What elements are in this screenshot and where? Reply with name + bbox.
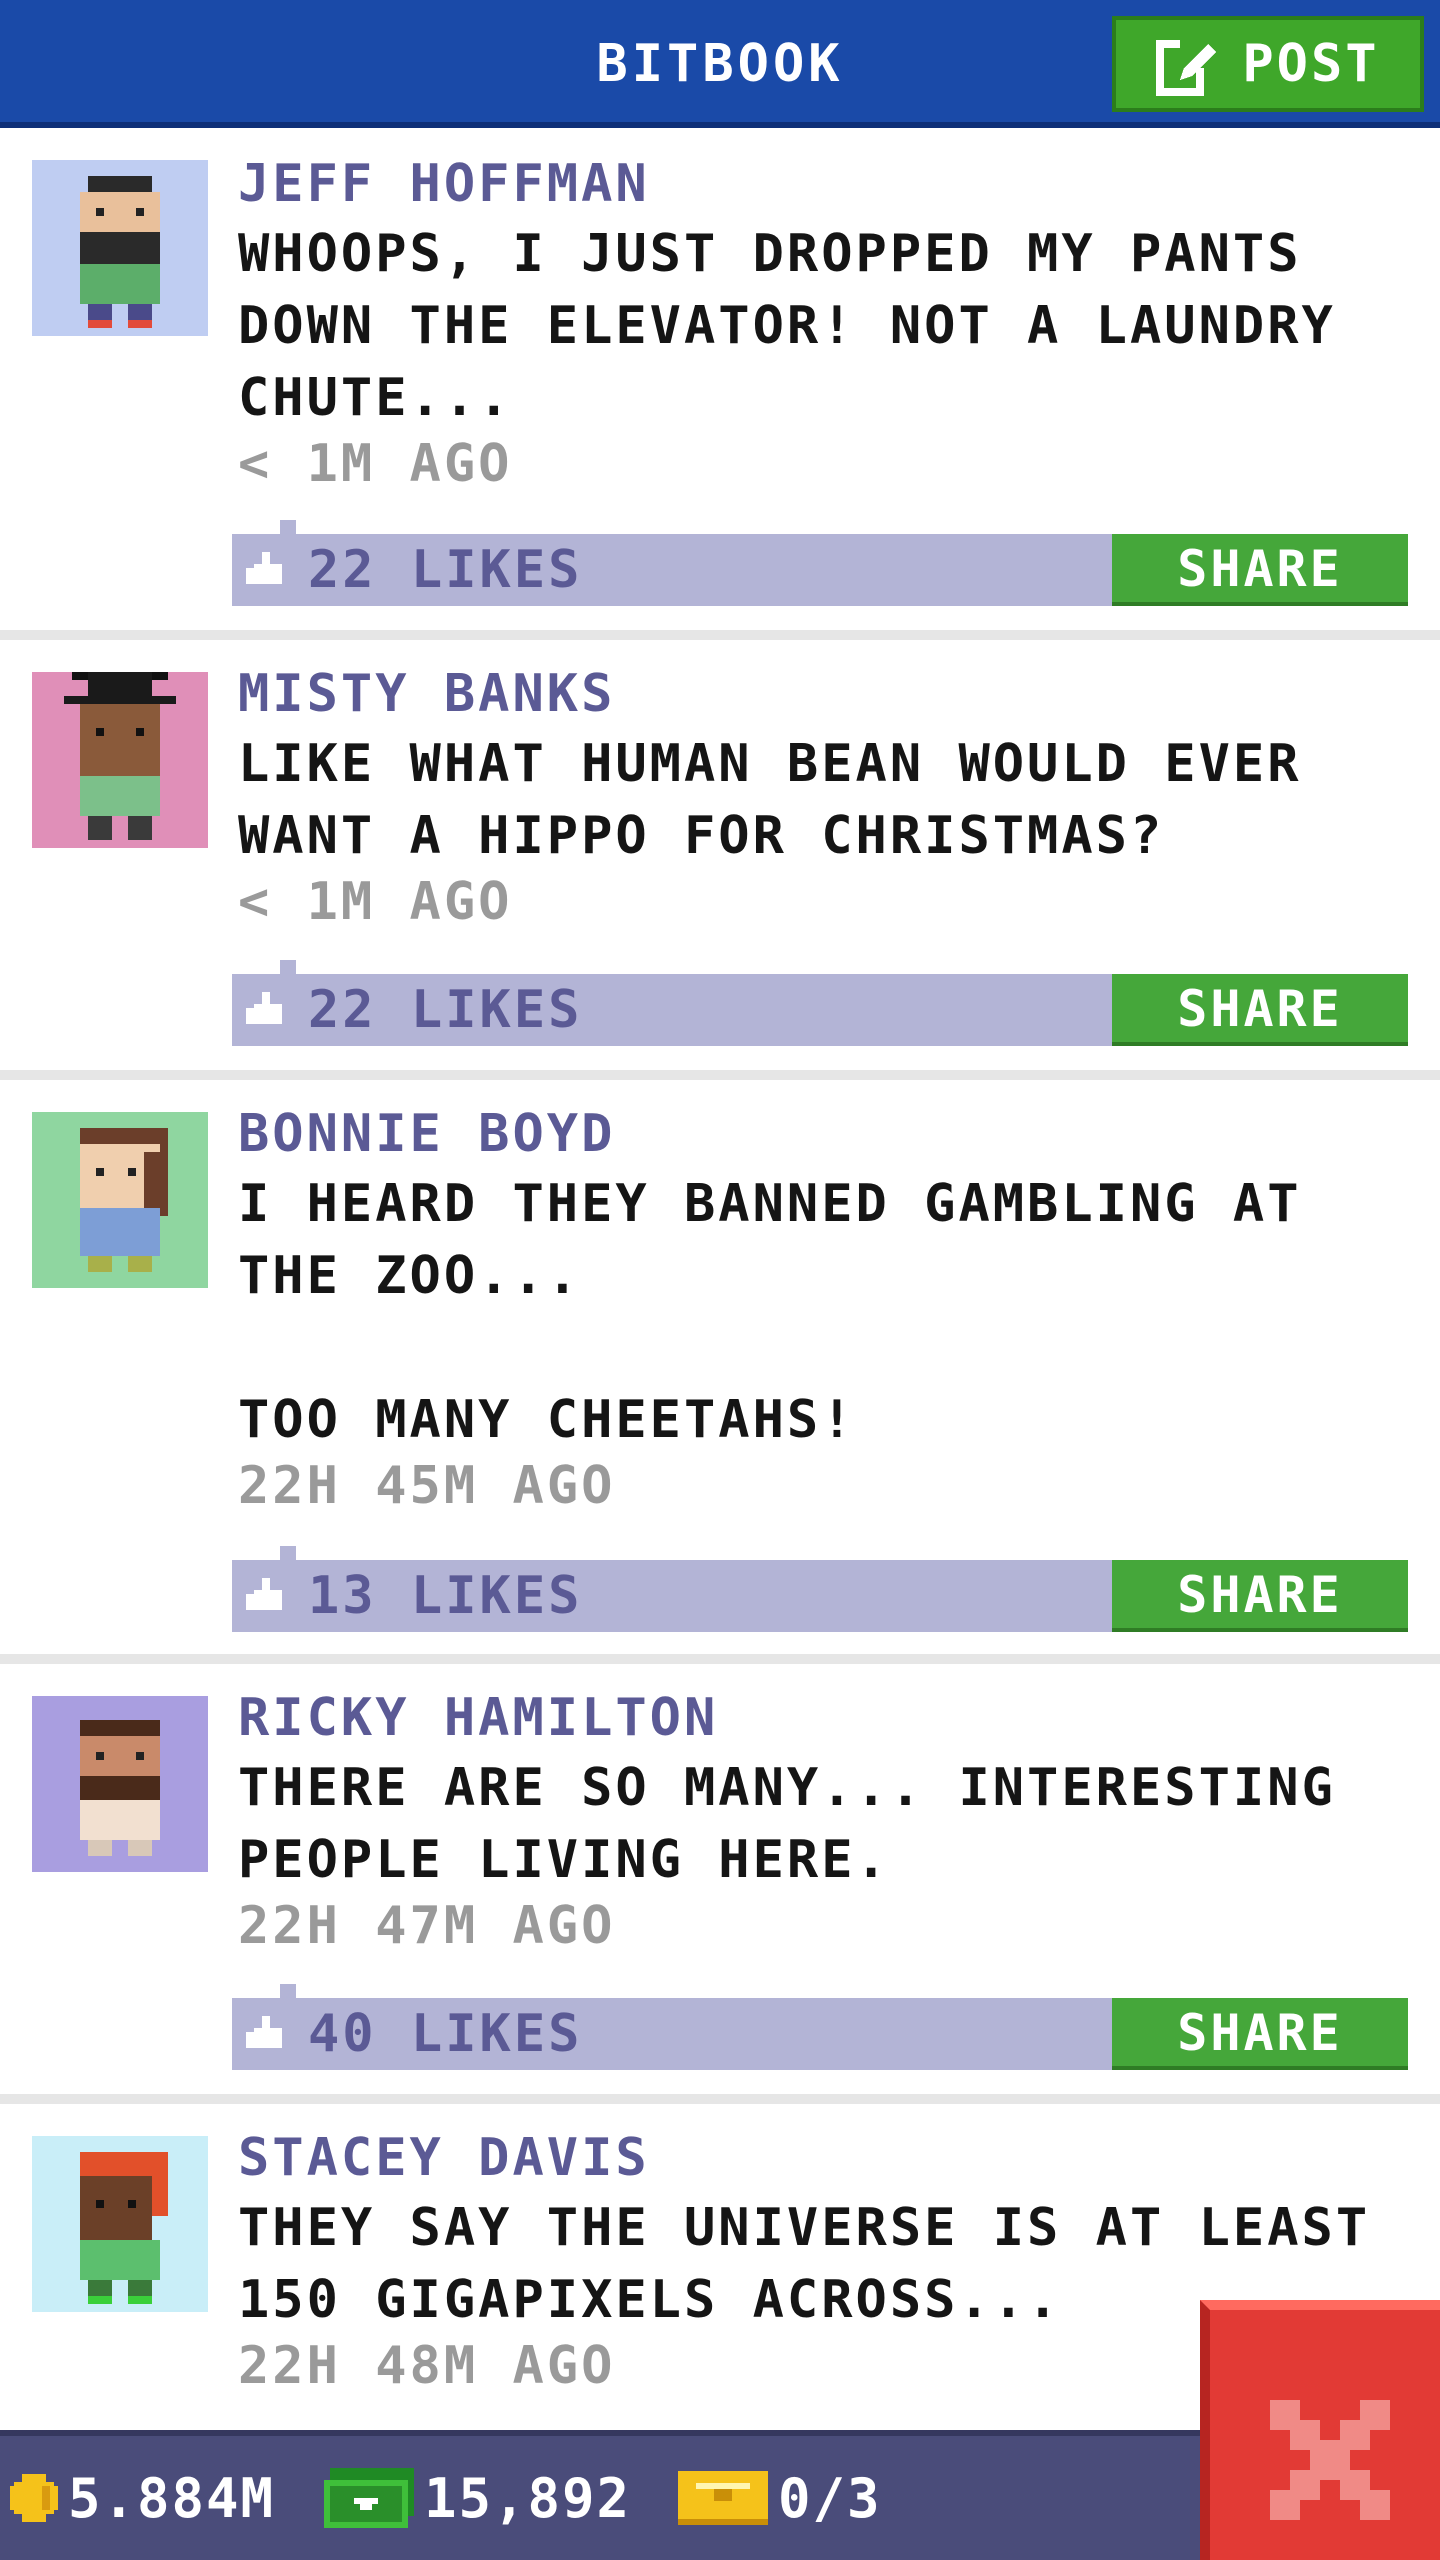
coins-stat[interactable]: 5.884M [10, 2436, 275, 2560]
coin-icon [10, 2474, 58, 2522]
post-button-label: POST [1242, 34, 1380, 94]
app-header: BITBOOK POST [0, 0, 1440, 128]
post-time: < 1M AGO [238, 872, 513, 932]
thumbs-up-icon[interactable] [246, 548, 286, 588]
close-button[interactable] [1200, 2300, 1440, 2560]
coins-value: 5.884M [68, 2466, 276, 2530]
divider [0, 1654, 1440, 1664]
divider [0, 630, 1440, 640]
avatar[interactable] [32, 672, 208, 848]
thumbs-up-icon[interactable] [246, 1574, 286, 1614]
divider [0, 2094, 1440, 2104]
likes-count: 40 LIKES [308, 2004, 583, 2064]
post-message: LIKE WHAT HUMAN BEAN WOULD EVER WANT A H… [238, 734, 1302, 866]
divider [0, 1070, 1440, 1080]
post-author[interactable]: BONNIE BOYD [238, 1104, 615, 1164]
close-icon [1270, 2400, 1390, 2520]
tickets-value: 0/3 [778, 2466, 882, 2530]
edit-icon [1156, 36, 1217, 96]
post-time: < 1M AGO [238, 434, 513, 494]
post-time: 22H 48M AGO [238, 2336, 616, 2396]
avatar[interactable] [32, 1696, 208, 1872]
like-bar: 22 LIKES SHARE [232, 960, 1408, 1046]
likes-count: 13 LIKES [308, 1566, 583, 1626]
thumbs-up-icon[interactable] [246, 988, 286, 1028]
likes-count: 22 LIKES [308, 540, 583, 600]
post-author[interactable]: MISTY BANKS [238, 664, 615, 724]
post-author[interactable]: RICKY HAMILTON [238, 1688, 718, 1748]
avatar[interactable] [32, 160, 208, 336]
thumbs-up-icon[interactable] [246, 2012, 286, 2052]
post-message: WHOOPS, I JUST DROPPED MY PANTS DOWN THE… [238, 224, 1336, 428]
bux-value: 15,892 [424, 2466, 632, 2530]
likes-count: 22 LIKES [308, 980, 583, 1040]
share-button[interactable]: SHARE [1112, 1560, 1408, 1632]
post-author[interactable]: JEFF HOFFMAN [238, 154, 650, 214]
post-time: 22H 47M AGO [238, 1896, 616, 1956]
bux-icon [324, 2468, 414, 2528]
share-button[interactable]: SHARE [1112, 974, 1408, 1046]
share-button[interactable]: SHARE [1112, 534, 1408, 606]
post-button[interactable]: POST [1112, 16, 1424, 112]
bux-stat[interactable]: 15,892 [324, 2436, 631, 2560]
post-time: 22H 45M AGO [238, 1456, 616, 1516]
post-author[interactable]: STACEY DAVIS [238, 2128, 650, 2188]
avatar[interactable] [32, 1112, 208, 1288]
tickets-stat[interactable]: 0/3 [678, 2436, 882, 2560]
avatar[interactable] [32, 2136, 208, 2312]
like-bar: 22 LIKES SHARE [232, 520, 1408, 606]
post-message: I HEARD THEY BANNED GAMBLING AT THE ZOO.… [238, 1174, 1302, 1450]
share-button[interactable]: SHARE [1112, 1998, 1408, 2070]
post-message: THERE ARE SO MANY... INTERESTING PEOPLE … [238, 1758, 1336, 1890]
ticket-icon [678, 2471, 768, 2525]
like-bar: 40 LIKES SHARE [232, 1984, 1408, 2070]
like-bar: 13 LIKES SHARE [232, 1546, 1408, 1632]
